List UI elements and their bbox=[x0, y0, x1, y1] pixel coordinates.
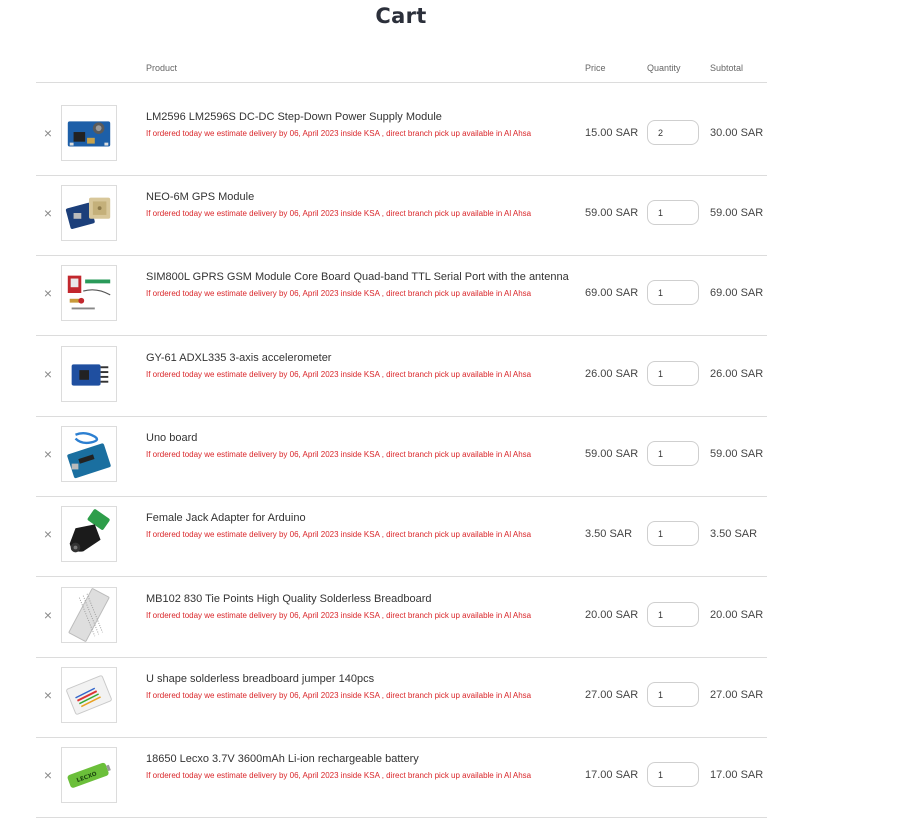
product-thumbnail[interactable] bbox=[61, 426, 117, 482]
product-thumbnail[interactable] bbox=[61, 105, 117, 161]
remove-item-button[interactable]: × bbox=[41, 447, 55, 461]
delivery-estimate: If ordered today we estimate delivery by… bbox=[146, 450, 532, 459]
quantity-input[interactable] bbox=[647, 521, 699, 546]
item-subtotal: 20.00 SAR bbox=[710, 609, 764, 621]
header-price: Price bbox=[585, 63, 606, 73]
product-name-link[interactable]: NEO-6M GPS Module bbox=[146, 191, 254, 203]
product-thumbnail[interactable]: LECXO bbox=[61, 747, 117, 803]
delivery-estimate: If ordered today we estimate delivery by… bbox=[146, 771, 532, 780]
gsm-module-icon bbox=[67, 275, 111, 310]
cart-row: × LECXO 18650 Lecxo 3.7V 3600mAh Li-ion … bbox=[36, 737, 767, 818]
product-name-link[interactable]: GY-61 ADXL335 3-axis accelerometer bbox=[146, 352, 331, 364]
jumper-kit-icon bbox=[66, 675, 112, 715]
quantity-input[interactable] bbox=[647, 120, 699, 145]
item-subtotal: 26.00 SAR bbox=[710, 368, 764, 380]
product-name-link[interactable]: Uno board bbox=[146, 432, 197, 444]
item-price: 3.50 SAR bbox=[585, 528, 633, 540]
header-subtotal: Subtotal bbox=[710, 63, 744, 73]
quantity-input[interactable] bbox=[647, 762, 699, 787]
header-quantity: Quantity bbox=[647, 63, 681, 73]
remove-item-button[interactable]: × bbox=[41, 527, 55, 541]
item-subtotal: 59.00 SAR bbox=[710, 207, 764, 219]
item-price: 17.00 SAR bbox=[585, 769, 639, 781]
item-price: 69.00 SAR bbox=[585, 287, 639, 299]
product-name-link[interactable]: LM2596 LM2596S DC-DC Step-Down Power Sup… bbox=[146, 111, 442, 123]
product-name-link[interactable]: 18650 Lecxo 3.7V 3600mAh Li-ion recharge… bbox=[146, 753, 419, 765]
item-price: 59.00 SAR bbox=[585, 207, 639, 219]
item-price: 59.00 SAR bbox=[585, 448, 639, 460]
quantity-input[interactable] bbox=[647, 441, 699, 466]
item-price: 26.00 SAR bbox=[585, 368, 639, 380]
item-subtotal: 3.50 SAR bbox=[710, 528, 758, 540]
item-subtotal: 17.00 SAR bbox=[710, 769, 764, 781]
product-thumbnail[interactable] bbox=[61, 506, 117, 562]
product-name-link[interactable]: MB102 830 Tie Points High Quality Solder… bbox=[146, 593, 432, 605]
header-product: Product bbox=[146, 63, 178, 73]
remove-item-button[interactable]: × bbox=[41, 286, 55, 300]
item-subtotal: 30.00 SAR bbox=[710, 127, 764, 139]
cart-row: × U shape solderless breadboard jumper 1… bbox=[36, 657, 767, 738]
product-name-link[interactable]: U shape solderless breadboard jumper 140… bbox=[146, 673, 374, 685]
product-name-link[interactable]: SIM800L GPRS GSM Module Core Board Quad-… bbox=[146, 271, 569, 283]
remove-item-button[interactable]: × bbox=[41, 768, 55, 782]
delivery-estimate: If ordered today we estimate delivery by… bbox=[146, 129, 532, 138]
remove-item-button[interactable]: × bbox=[41, 126, 55, 140]
quantity-input[interactable] bbox=[647, 280, 699, 305]
delivery-estimate: If ordered today we estimate delivery by… bbox=[146, 370, 532, 379]
cart-row: × Female Jack Adapter for Arduino If ord… bbox=[36, 496, 767, 577]
cart-table-header: Product Price Quantity Subtotal bbox=[36, 58, 767, 83]
remove-item-button[interactable]: × bbox=[41, 688, 55, 702]
delivery-estimate: If ordered today we estimate delivery by… bbox=[146, 289, 532, 298]
cart-row: × GY-61 ADXL335 3-axis accelerometer If … bbox=[36, 336, 767, 417]
gps-module-icon bbox=[65, 197, 111, 229]
product-thumbnail[interactable] bbox=[61, 265, 117, 321]
item-price: 20.00 SAR bbox=[585, 609, 639, 621]
remove-item-button[interactable]: × bbox=[41, 608, 55, 622]
item-subtotal: 27.00 SAR bbox=[710, 689, 764, 701]
delivery-estimate: If ordered today we estimate delivery by… bbox=[146, 691, 532, 700]
product-thumbnail[interactable] bbox=[61, 185, 117, 241]
arduino-board-icon bbox=[67, 431, 111, 479]
accelerometer-icon bbox=[71, 364, 109, 386]
product-name-link[interactable]: Female Jack Adapter for Arduino bbox=[146, 512, 306, 524]
quantity-input[interactable] bbox=[647, 200, 699, 225]
delivery-estimate: If ordered today we estimate delivery by… bbox=[146, 530, 532, 539]
item-subtotal: 69.00 SAR bbox=[710, 287, 764, 299]
product-thumbnail[interactable] bbox=[61, 587, 117, 643]
battery-icon: LECXO bbox=[67, 762, 111, 788]
product-thumbnail[interactable] bbox=[61, 667, 117, 723]
breadboard-icon bbox=[68, 588, 110, 642]
power-module-icon bbox=[67, 121, 111, 147]
page-title: Cart bbox=[375, 4, 427, 28]
cart-row: × Uno board If ordered today we estimate… bbox=[36, 416, 767, 497]
quantity-input[interactable] bbox=[647, 361, 699, 386]
item-price: 27.00 SAR bbox=[585, 689, 639, 701]
quantity-input[interactable] bbox=[647, 602, 699, 627]
remove-item-button[interactable]: × bbox=[41, 367, 55, 381]
quantity-input[interactable] bbox=[647, 682, 699, 707]
delivery-estimate: If ordered today we estimate delivery by… bbox=[146, 611, 532, 620]
product-thumbnail[interactable] bbox=[61, 346, 117, 402]
item-subtotal: 59.00 SAR bbox=[710, 448, 764, 460]
item-price: 15.00 SAR bbox=[585, 127, 639, 139]
dc-jack-icon bbox=[69, 509, 110, 553]
delivery-estimate: If ordered today we estimate delivery by… bbox=[146, 209, 532, 218]
cart-row: × LM2596 LM2596S DC-DC Step-Down Power S… bbox=[36, 95, 767, 176]
cart-row: × SIM800L GPRS GSM Module Core Board Qua… bbox=[36, 255, 767, 336]
remove-item-button[interactable]: × bbox=[41, 206, 55, 220]
cart-row: × NEO-6M GPS Module If ordered today we … bbox=[36, 175, 767, 256]
cart-row: × MB102 830 Tie Points High Quality Sold… bbox=[36, 577, 767, 658]
